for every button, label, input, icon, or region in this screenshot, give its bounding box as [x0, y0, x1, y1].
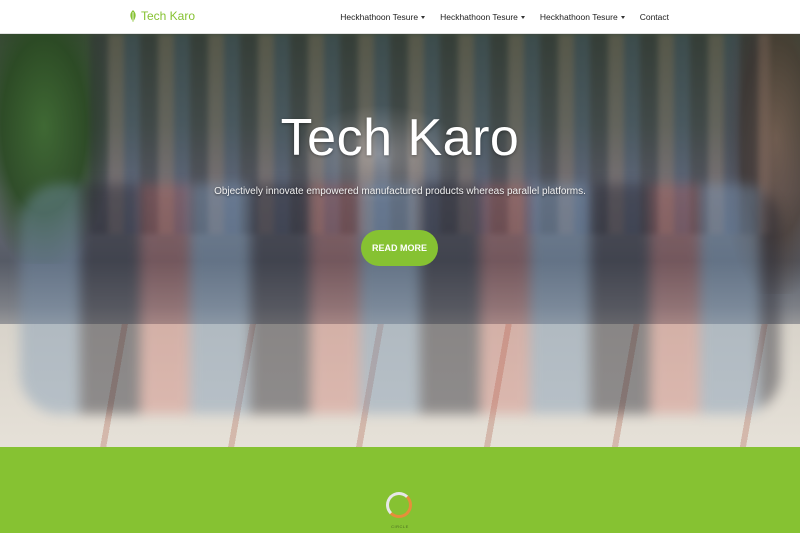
nav-item-heckhathoon-2[interactable]: Heckhathoon Tesure: [440, 12, 525, 22]
hero-section: Tech Karo Objectively innovate empowered…: [0, 34, 800, 447]
nav-item-heckhathoon-3[interactable]: Heckhathoon Tesure: [540, 12, 625, 22]
nav-item-label: Heckhathoon Tesure: [340, 12, 419, 22]
loader-label: CIRCLE: [391, 524, 409, 529]
nav-item-label: Contact: [639, 12, 669, 22]
nav-item-label: Heckhathoon Tesure: [440, 12, 518, 22]
caret-down-icon: [520, 16, 525, 19]
nav-item-label: Heckhathoon Tesure: [539, 12, 618, 22]
caret-down-icon: [421, 16, 426, 19]
leaf-icon: [130, 10, 136, 22]
top-navbar: Tech Karo Heckhathoon Tesure Heckhathoon…: [0, 0, 800, 34]
brand-link[interactable]: Tech Karo: [129, 9, 195, 23]
brand-name: Tech Karo: [141, 9, 196, 23]
read-more-button[interactable]: READ MORE: [361, 230, 438, 266]
hero-subtitle: Objectively innovate empowered manufactu…: [214, 186, 586, 197]
green-section: CIRCLE: [0, 447, 800, 533]
loading-spinner-icon: [386, 492, 412, 518]
caret-down-icon: [620, 16, 625, 19]
hero-title: Tech Karo: [280, 109, 520, 167]
nav-item-contact[interactable]: Contact: [640, 12, 669, 22]
main-nav: Heckhathoon Tesure Heckhathoon Tesure He…: [340, 0, 669, 34]
nav-item-heckhathoon-1[interactable]: Heckhathoon Tesure: [340, 12, 426, 22]
